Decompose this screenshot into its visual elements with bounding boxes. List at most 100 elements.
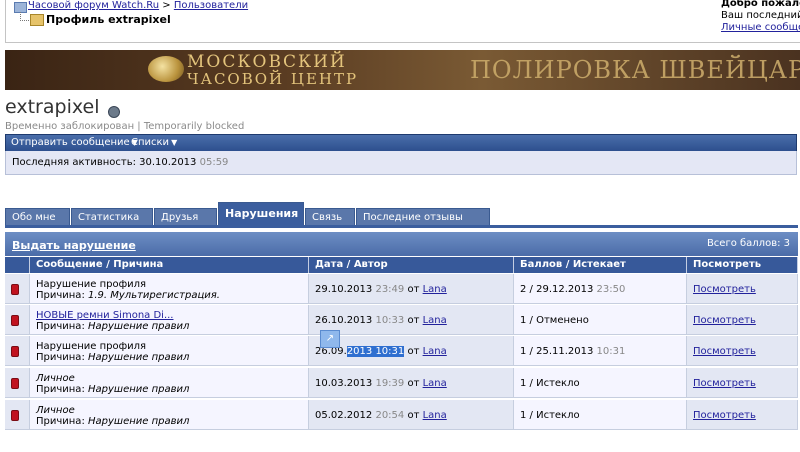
author-link[interactable]: Lana xyxy=(423,378,447,389)
violation-date: 10.03.2013 xyxy=(315,378,373,389)
violation-date: 26.10.2013 xyxy=(315,315,373,326)
violation-post-link[interactable]: НОВЫЕ ремни Simona Di... xyxy=(36,310,173,321)
view-link[interactable]: Посмотреть xyxy=(693,378,756,389)
reason-text: Нарушение правил xyxy=(88,384,190,395)
view-cell: Посмотреть xyxy=(687,336,798,366)
violation-time: 23:49 xyxy=(375,284,405,295)
table-row: Нарушение профиля Причина: Нарушение пра… xyxy=(5,336,798,367)
breadcrumb: Часовой форум Watch.Ru > Пользователи xyxy=(28,0,248,11)
tab-contact[interactable]: Связь xyxy=(305,208,355,225)
message-cell: Нарушение профиля Причина: Нарушение пра… xyxy=(30,336,309,366)
by-label: от xyxy=(407,346,420,357)
points-value: 1 / Отменено xyxy=(520,315,589,326)
infraction-flag-icon xyxy=(11,410,19,421)
last-activity-time: 05:59 xyxy=(199,157,229,168)
banner-title-line2: ЧАСОВОЙ ЦЕНТР xyxy=(187,70,359,88)
violation-title: Личное xyxy=(36,405,75,416)
col-message-header: Сообщение / Причина xyxy=(30,257,309,273)
col-view-header: Посмотреть xyxy=(687,257,798,273)
tab-statistics[interactable]: Статистика xyxy=(71,208,153,225)
date-author: 10.03.2013 19:39 от Lana xyxy=(315,378,447,389)
message-cell: Личное Причина: Нарушение правил xyxy=(30,368,309,398)
ad-banner[interactable]: МОСКОВСКИЙ ЧАСОВОЙ ЦЕНТР ПОЛИРОВКА ШВЕЙЦ… xyxy=(5,50,800,90)
points-expires: 1 / Отменено xyxy=(520,315,589,326)
points-cell: 1 / Истекло xyxy=(514,400,687,430)
welcome-panel: Добро пожалова Ваш последний ви Личные с… xyxy=(721,0,800,34)
navbar: Часовой форум Watch.Ru > Пользователи Пр… xyxy=(5,0,800,43)
tree-connector-icon xyxy=(20,12,29,21)
view-cell: Посмотреть xyxy=(687,305,798,335)
points-value: 1 / 25.11.2013 xyxy=(520,346,594,357)
points-value: 2 / 29.12.2013 xyxy=(520,284,594,295)
view-link[interactable]: Посмотреть xyxy=(693,315,756,326)
tab-violations[interactable]: Нарушения xyxy=(218,202,304,226)
view-cell: Посмотреть xyxy=(687,368,798,398)
breadcrumb-users-link[interactable]: Пользователи xyxy=(174,0,248,11)
infraction-flag-icon xyxy=(11,378,19,389)
selection-popup-icon[interactable]: ↗ xyxy=(320,330,340,348)
points-expires: 2 / 29.12.2013 23:50 xyxy=(520,284,625,295)
author-link[interactable]: Lana xyxy=(423,315,447,326)
points-value: 1 / Истекло xyxy=(520,378,580,389)
violation-reason: Причина: Нарушение правил xyxy=(36,352,189,363)
table-row: Личное Причина: Нарушение правил 10.03.2… xyxy=(5,368,798,399)
by-label: от xyxy=(407,284,420,295)
violation-reason: Причина: Нарушение правил xyxy=(36,416,189,427)
dropdown-arrow-icon: ▼ xyxy=(171,138,178,147)
points-cell: 1 / Отменено xyxy=(514,305,687,335)
points-expires: 1 / Истекло xyxy=(520,378,580,389)
author-link[interactable]: Lana xyxy=(423,346,447,357)
violation-title: Личное xyxy=(36,373,75,384)
points-value: 1 / Истекло xyxy=(520,410,580,421)
view-cell: Посмотреть xyxy=(687,274,798,304)
date-author: 29.10.2013 23:49 от Lana xyxy=(315,284,447,295)
points-expires: 1 / 25.11.2013 10:31 xyxy=(520,346,625,357)
profile-info-panel: Последняя активность: 30.10.2013 05:59 xyxy=(5,151,797,175)
reason-label: Причина: xyxy=(36,321,85,332)
reason-label: Причина: xyxy=(36,290,85,301)
infraction-flag-icon xyxy=(11,284,19,295)
reason-text: Нарушение правил xyxy=(88,416,190,427)
violation-reason: Причина: Нарушение правил xyxy=(36,384,189,395)
reason-text: 1.9. Мультирегистрация. xyxy=(88,290,220,301)
violation-date: 05.02.2012 xyxy=(315,410,373,421)
table-row: НОВЫЕ ремни Simona Di... Причина: Наруше… xyxy=(5,305,798,336)
send-message-label: Отправить сообщение xyxy=(11,137,130,148)
view-link[interactable]: Посмотреть xyxy=(693,284,756,295)
infraction-flag-icon xyxy=(11,346,19,357)
view-cell: Посмотреть xyxy=(687,400,798,430)
profile-action-bar: Отправить сообщение ▼ Списки ▼ xyxy=(5,134,797,152)
last-visit-text: Ваш последний ви xyxy=(721,10,800,21)
date-cell: 10.03.2013 19:39 от Lana xyxy=(309,368,514,398)
tab-recent-feedback[interactable]: Последние отзывы xyxy=(356,208,490,225)
tab-friends[interactable]: Друзья xyxy=(154,208,217,225)
expires-time: 10:31 xyxy=(596,346,626,357)
violation-title: Нарушение профиля xyxy=(36,279,147,290)
col-points-header: Баллов / Истекает xyxy=(514,257,687,273)
private-messages-link[interactable]: Личные сообщени xyxy=(721,22,800,33)
author-link[interactable]: Lana xyxy=(423,284,447,295)
by-label: от xyxy=(407,410,420,421)
send-message-menu[interactable]: Отправить сообщение ▼ xyxy=(11,137,138,148)
lists-menu[interactable]: Списки ▼ xyxy=(131,137,177,148)
view-link[interactable]: Посмотреть xyxy=(693,410,756,421)
message-cell: Нарушение профиля Причина: 1.9. Мультире… xyxy=(30,274,309,304)
banner-slogan: ПОЛИРОВКА ШВЕЙЦАРСКИ xyxy=(470,56,800,84)
view-link[interactable]: Посмотреть xyxy=(693,346,756,357)
violation-title: Нарушение профиля xyxy=(36,341,147,352)
author-link[interactable]: Lana xyxy=(423,410,447,421)
watch-logo-icon xyxy=(148,56,184,82)
page-title: Профиль extrapixel xyxy=(46,13,171,26)
tab-about[interactable]: Обо мне xyxy=(5,208,70,225)
violation-time: 20:54 xyxy=(375,410,405,421)
col-date-header: Дата / Автор xyxy=(309,257,514,273)
date-author: 26.10.2013 10:33 от Lana xyxy=(315,315,447,326)
date-cell: 29.10.2013 23:49 от Lana xyxy=(309,274,514,304)
user-title: Временно заблокирован | Temporarily bloc… xyxy=(5,121,245,132)
breadcrumb-forum-link[interactable]: Часовой форум Watch.Ru xyxy=(28,0,159,11)
violation-date: 29.10.2013 xyxy=(315,284,373,295)
message-cell: НОВЫЕ ремни Simona Di... Причина: Наруше… xyxy=(30,305,309,335)
profile-username: extrapixel xyxy=(5,96,100,118)
issue-infraction-link[interactable]: Выдать нарушение xyxy=(12,239,136,252)
violations-header: Выдать нарушение Всего баллов: 3 xyxy=(5,232,798,256)
